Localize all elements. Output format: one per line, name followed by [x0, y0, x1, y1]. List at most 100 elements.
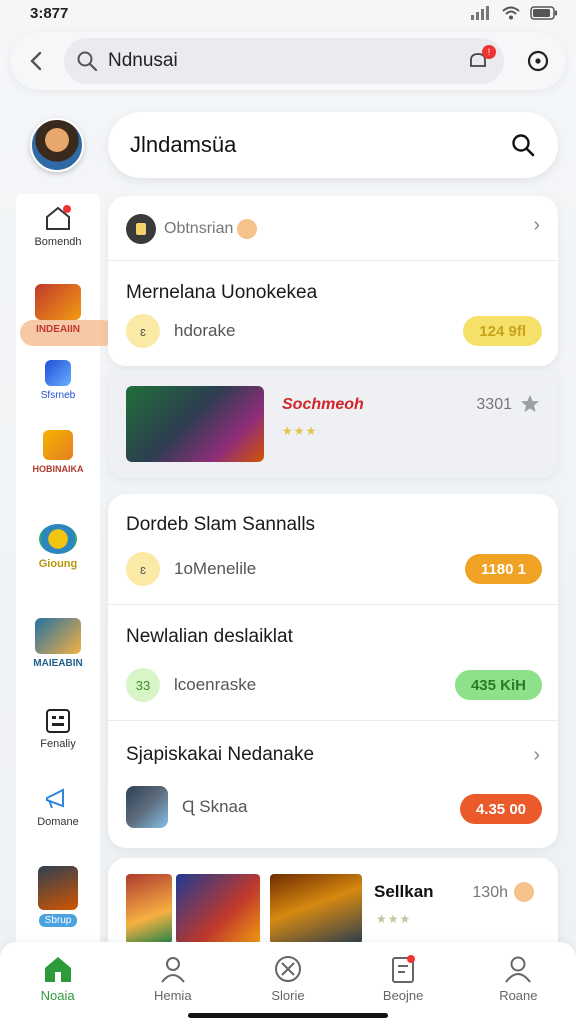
sidebar-item-game-3[interactable]: HOBINAIKA — [16, 430, 100, 474]
nav-people[interactable]: Hemia — [128, 954, 218, 1003]
header-card[interactable]: Obtnsrian › Mernelana Uonokekea ɛ hdorak… — [108, 196, 558, 366]
price-pill[interactable]: 4.35 00 — [459, 794, 542, 824]
home-icon — [46, 205, 71, 230]
sidebar-item-game-2[interactable]: Sfsrneb — [16, 360, 100, 401]
clipboard-icon — [392, 955, 416, 983]
app-icon — [126, 214, 156, 244]
nav-label: Hemia — [153, 988, 192, 1003]
list-card: Dordeb Slam Sannalls ɛ 1oMenelile 1180 1… — [108, 494, 558, 848]
featured-count: 3301 — [476, 396, 512, 413]
sidebar-item-domain[interactable]: Domane — [16, 786, 100, 828]
row-subline: 33 lcoenraske — [126, 668, 256, 702]
home-icon — [44, 957, 71, 982]
sidebar-item-family[interactable]: Fenaliy — [16, 708, 100, 750]
sidebar-item-label: Bomendh — [34, 236, 82, 248]
sidebar-item-game-6[interactable]: Sbrup — [16, 866, 100, 927]
signal-icon — [471, 6, 489, 20]
status-icons — [470, 6, 558, 20]
search-icon — [77, 51, 98, 72]
row-subtitle: 1oMenelile — [174, 559, 257, 578]
nav-home[interactable]: Noaia — [13, 954, 103, 1003]
search-icon[interactable] — [510, 132, 536, 158]
avatar[interactable] — [30, 118, 84, 172]
price-pill[interactable]: 1180 1 — [464, 554, 542, 584]
featured-card[interactable]: Sochmeoh ★★★ 3301 — [108, 370, 558, 478]
account-icon — [505, 956, 532, 983]
nav-store[interactable]: Slorie — [243, 954, 333, 1003]
sidebar-item-label: Gioung — [38, 558, 78, 570]
sidebar-item-game-5[interactable]: MAIEABIN — [16, 618, 100, 669]
notification-button[interactable]: ! — [464, 45, 496, 75]
game-icon — [126, 786, 168, 828]
search-query: Ndnusai — [108, 50, 178, 71]
card-header: Obtnsrian — [126, 214, 258, 244]
rating-stars: ★★★ — [376, 912, 412, 926]
sidebar-item-game-1[interactable]: INDEAIIN — [16, 284, 100, 335]
notification-badge: ! — [482, 45, 496, 59]
compass-icon — [274, 956, 301, 982]
strip-count: 130h — [472, 884, 508, 901]
wifi-icon — [502, 6, 520, 20]
secondary-search-query: Jlndamsüa — [130, 132, 237, 157]
sidebar-item-label: Fenaliy — [40, 738, 76, 750]
battery-icon — [530, 6, 557, 20]
status-time: 3:877 — [30, 4, 69, 22]
status-bar: 3:877 — [0, 0, 576, 26]
sidebar-item-label: Sfsrneb — [40, 390, 76, 401]
sidebar-item-game-4[interactable]: Gioung — [16, 524, 100, 570]
chevron-right-icon[interactable]: › — [533, 214, 540, 237]
game-icon — [38, 866, 78, 910]
game-thumbnail[interactable] — [126, 874, 172, 944]
divider — [108, 260, 558, 261]
nav-library[interactable]: Beojne — [358, 954, 448, 1003]
game-thumbnail[interactable] — [176, 874, 260, 944]
divider — [108, 720, 558, 721]
grid-icon — [46, 709, 70, 733]
game-icon — [45, 360, 71, 386]
row-subtitle: lcoenraske — [174, 675, 257, 694]
person-icon — [160, 957, 185, 983]
nav-profile[interactable]: Roane — [473, 954, 563, 1003]
row-subline: ɛ 1oMenelile — [126, 552, 256, 586]
sidebar-item-home[interactable]: Bomendh — [16, 204, 100, 248]
row-subline: ɛ hdorake — [126, 314, 235, 348]
sidebar: Bomendh INDEAIIN Sfsrneb HOBINAIKA Gioun… — [16, 194, 116, 946]
top-search-bar: Ndnusai ! — [10, 32, 566, 90]
search-input[interactable]: Ndnusai ! — [64, 38, 504, 84]
game-icon — [35, 618, 81, 654]
game-icon — [43, 430, 73, 460]
price-pill[interactable]: 435 KiH — [454, 670, 542, 700]
nav-label: Roane — [499, 988, 538, 1003]
divider — [108, 604, 558, 605]
nav-label: Noaia — [40, 988, 75, 1003]
nav-label: Beojne — [382, 988, 424, 1003]
options-button[interactable] — [518, 41, 558, 81]
row-title: Sjapiskakai Nedanake — [126, 744, 315, 765]
sidebar-item-label: Sbrup — [38, 914, 78, 927]
chevron-right-icon[interactable]: › — [533, 744, 540, 767]
game-icon — [39, 524, 77, 554]
emoji-icon — [514, 882, 534, 902]
home-indicator[interactable] — [188, 1013, 388, 1018]
strip-title: Sellkan — [374, 882, 434, 901]
sidebar-item-label: HOBINAIKA — [32, 464, 84, 474]
bottom-navigation: Noaia Hemia Slorie Beojne Roane — [0, 942, 576, 1024]
row-title: Mernelana Uonokekea — [126, 282, 318, 303]
back-button[interactable] — [10, 34, 64, 88]
game-thumbnail[interactable] — [270, 874, 362, 944]
chevron-left-icon — [30, 51, 42, 71]
secondary-search-input[interactable]: Jlndamsüa — [108, 112, 558, 178]
game-icon — [35, 284, 81, 320]
game-banner-image — [126, 386, 264, 462]
row-subtitle: Ɋ Sknaa — [182, 797, 248, 816]
megaphone-icon — [46, 788, 64, 809]
featured-title: Sochmeoh — [282, 396, 364, 413]
coin-icon: ɛ — [126, 552, 160, 586]
row-title: Dordeb Slam Sannalls — [126, 514, 316, 535]
price-pill[interactable]: 124 9fl — [463, 316, 542, 346]
row-subtitle: hdorake — [174, 321, 236, 340]
row-subline: Ɋ Sknaa — [126, 786, 247, 828]
target-icon — [527, 50, 549, 72]
nav-label: Slorie — [271, 988, 305, 1003]
coin-icon: ɛ — [126, 314, 160, 348]
